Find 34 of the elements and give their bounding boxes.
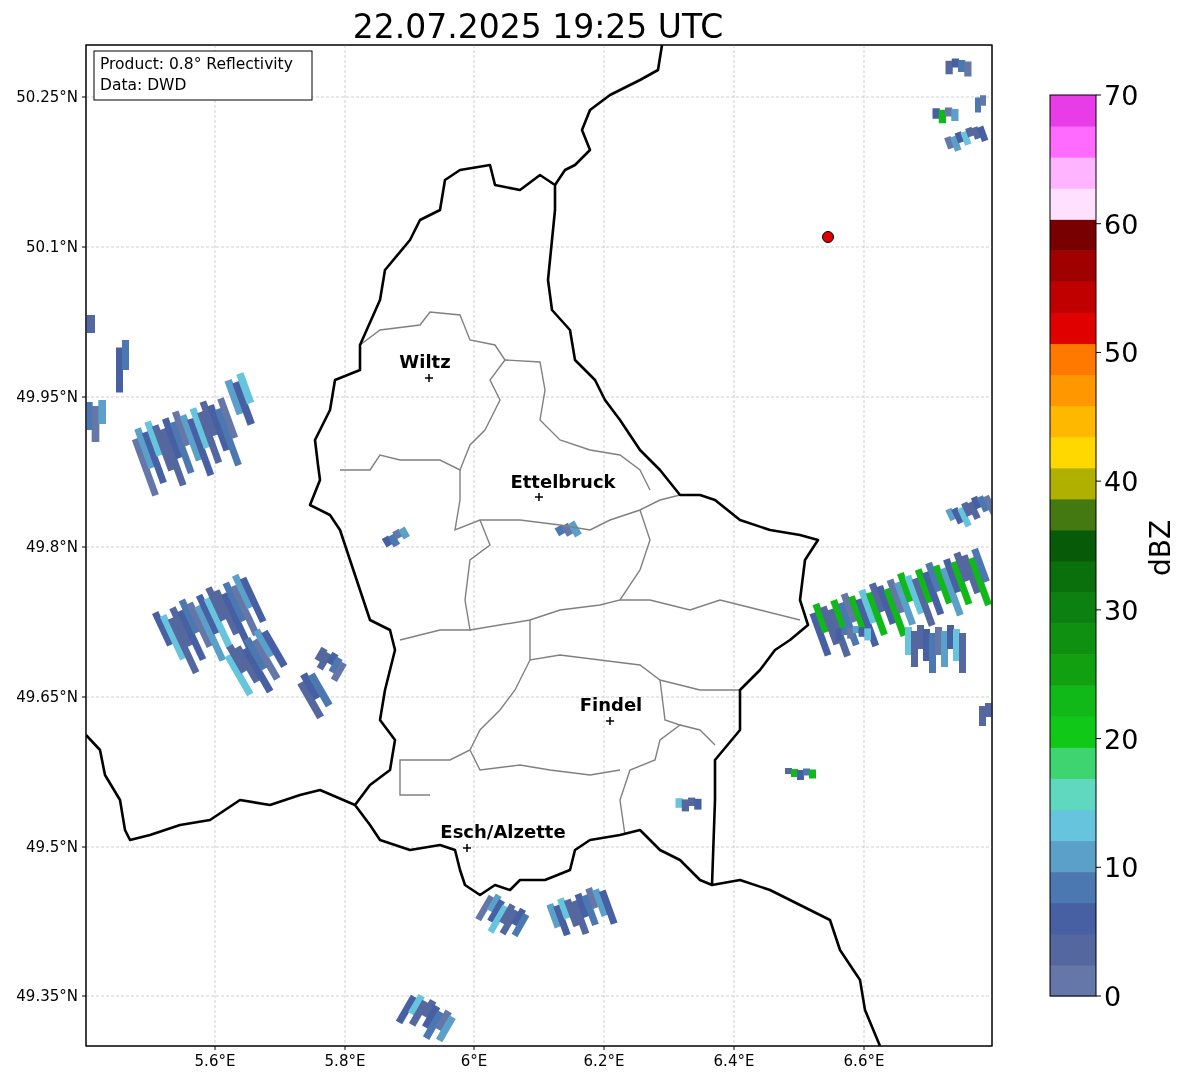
- latitude-label: 49.65°N: [16, 688, 78, 706]
- place-marker-icon: [462, 843, 472, 853]
- latitude-label: 50.25°N: [16, 88, 78, 106]
- colorbar-tick-label: 30: [1104, 594, 1139, 626]
- longitude-label: 6.2°E: [583, 1052, 625, 1070]
- place-marker-icon: [424, 373, 434, 383]
- longitude-label: 6.6°E: [843, 1052, 885, 1070]
- colorbar-tick-label: 20: [1104, 723, 1139, 755]
- place-label: Wiltz: [399, 351, 451, 372]
- colorbar-tick-label: 70: [1104, 80, 1139, 111]
- latitude-label: 49.5°N: [25, 838, 78, 856]
- colorbar-tick-label: 40: [1104, 466, 1139, 498]
- place-marker-icon: [605, 716, 615, 726]
- place-label: Esch/Alzette: [440, 821, 566, 842]
- colorbar-tick-label: 60: [1104, 208, 1139, 240]
- longitude-label: 5.8°E: [324, 1052, 366, 1070]
- latitude-label: 49.35°N: [16, 987, 78, 1005]
- info-text: Product: 0.8° Reflectivity: [100, 55, 293, 73]
- longitude-label: 6.4°E: [713, 1052, 755, 1070]
- figure-title: 22.07.2025 19:25 UTC: [352, 7, 724, 46]
- colorbar-tick-label: 50: [1104, 337, 1139, 369]
- latitude-label: 50.1°N: [25, 238, 78, 256]
- longitude-label: 5.6°E: [194, 1052, 236, 1070]
- place-label: Ettelbruck: [510, 471, 616, 492]
- latitude-label: 49.8°N: [25, 538, 78, 556]
- longitude-label: 6°E: [460, 1052, 488, 1070]
- radar-site-marker: [822, 231, 834, 243]
- colorbar-axis-label: dBZ: [1144, 519, 1177, 577]
- colorbar-tick-label: 0: [1104, 981, 1122, 1012]
- place-marker-icon: [534, 492, 544, 502]
- colorbar-tick-label: 10: [1104, 852, 1139, 884]
- latitude-label: 49.95°N: [16, 388, 78, 406]
- info-text: Data: DWD: [100, 76, 187, 94]
- place-label: Findel: [579, 694, 643, 715]
